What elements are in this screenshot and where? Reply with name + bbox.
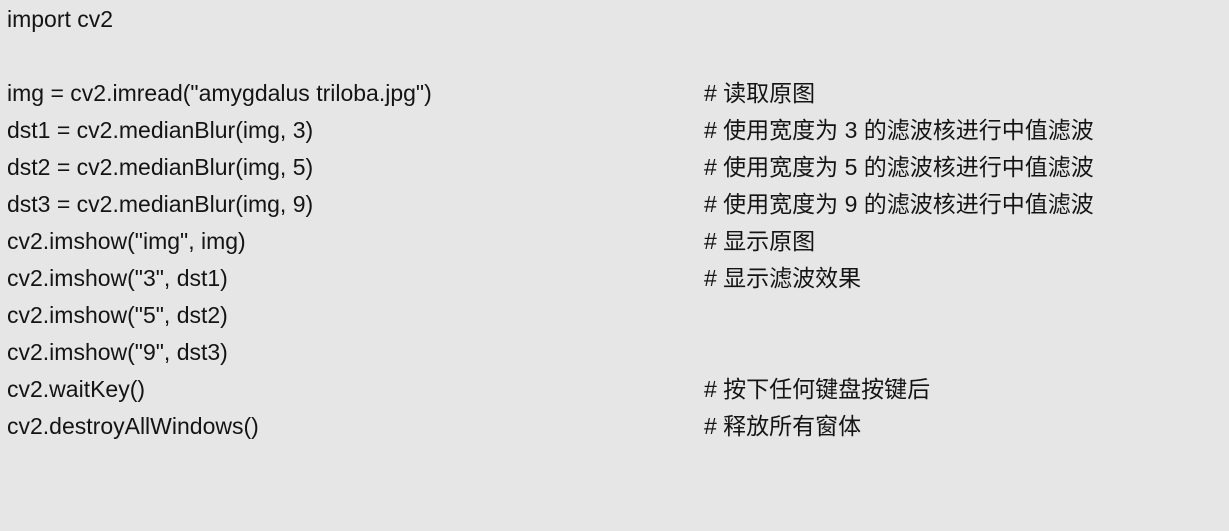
code-line-9: cv2.imshow("5", dst2) bbox=[0, 300, 1229, 337]
code-text: cv2.imshow("9", dst3) bbox=[7, 339, 228, 365]
code-comment: # 读取原图 bbox=[704, 80, 816, 106]
code-text: dst1 = cv2.medianBlur(img, 3) bbox=[7, 117, 314, 143]
code-text: import cv2 bbox=[7, 6, 114, 32]
code-line-8: cv2.imshow("3", dst1) # 显示滤波效果 bbox=[0, 263, 1229, 300]
code-block: import cv2 img = cv2.imread("amygdalus t… bbox=[0, 0, 1229, 473]
code-comment: # 释放所有窗体 bbox=[704, 413, 862, 439]
code-line-6: dst3 = cv2.medianBlur(img, 9) # 使用宽度为 9 … bbox=[0, 189, 1229, 226]
code-comment: # 按下任何键盘按键后 bbox=[704, 376, 931, 402]
code-text: cv2.imshow("img", img) bbox=[7, 228, 246, 254]
code-line-1: import cv2 bbox=[0, 4, 1229, 41]
code-line-11: cv2.waitKey() # 按下任何键盘按键后 bbox=[0, 374, 1229, 411]
code-text: cv2.destroyAllWindows() bbox=[7, 413, 259, 439]
code-comment: # 使用宽度为 9 的滤波核进行中值滤波 bbox=[704, 191, 1094, 217]
code-text: img = cv2.imread("amygdalus triloba.jpg"… bbox=[7, 80, 432, 106]
code-line-4: dst1 = cv2.medianBlur(img, 3) # 使用宽度为 3 … bbox=[0, 115, 1229, 152]
code-comment: # 使用宽度为 3 的滤波核进行中值滤波 bbox=[704, 117, 1094, 143]
code-text: dst2 = cv2.medianBlur(img, 5) bbox=[7, 154, 314, 180]
code-line-3: img = cv2.imread("amygdalus triloba.jpg"… bbox=[0, 78, 1229, 115]
code-line-10: cv2.imshow("9", dst3) bbox=[0, 337, 1229, 374]
code-text: cv2.imshow("5", dst2) bbox=[7, 302, 228, 328]
code-text: dst3 = cv2.medianBlur(img, 9) bbox=[7, 191, 314, 217]
code-comment: # 使用宽度为 5 的滤波核进行中值滤波 bbox=[704, 154, 1094, 180]
code-line-12: cv2.destroyAllWindows() # 释放所有窗体 bbox=[0, 411, 1229, 448]
code-comment: # 显示滤波效果 bbox=[704, 265, 862, 291]
code-comment: # 显示原图 bbox=[704, 228, 816, 254]
code-line-5: dst2 = cv2.medianBlur(img, 5) # 使用宽度为 5 … bbox=[0, 152, 1229, 189]
code-text: cv2.imshow("3", dst1) bbox=[7, 265, 228, 291]
code-text: cv2.waitKey() bbox=[7, 376, 146, 402]
code-line-7: cv2.imshow("img", img) # 显示原图 bbox=[0, 226, 1229, 263]
